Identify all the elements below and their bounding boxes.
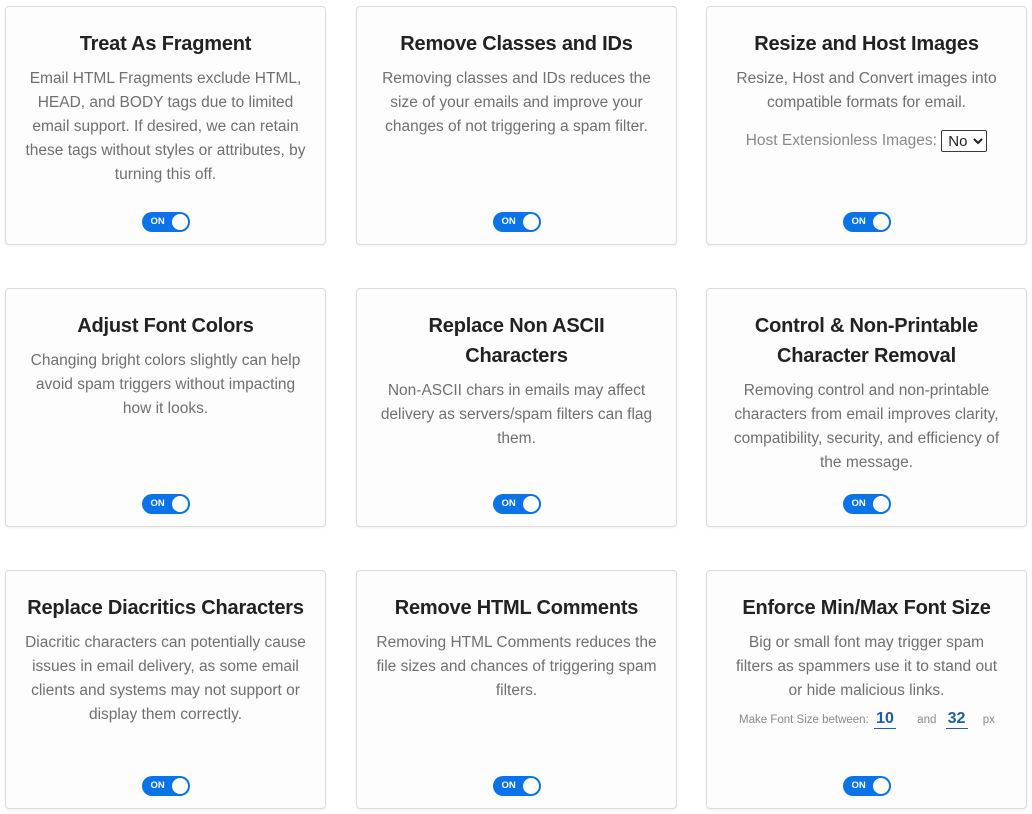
toggle-label: ON <box>501 780 516 791</box>
replace-non-ascii-toggle[interactable]: ON <box>492 494 541 514</box>
card-description: Big or small font may trigger spam filte… <box>735 634 998 699</box>
card-description: Resize, Host and Convert images into com… <box>736 70 997 111</box>
font-size-label: Make Font Size between: <box>739 714 869 726</box>
card-description: Removing classes and IDs reduces the siz… <box>382 70 651 135</box>
font-unit-label: px <box>982 714 995 726</box>
card-replace-diacritics: Replace Diacritics Characters Diacritic … <box>5 570 326 809</box>
card-enforce-font-size: Enforce Min/Max Font Size Big or small f… <box>706 570 1027 809</box>
treat-as-fragment-toggle[interactable]: ON <box>141 212 190 232</box>
host-extensionless-label: Host Extensionless Images: <box>745 132 937 150</box>
card-treat-as-fragment: Treat As Fragment Email HTML Fragments e… <box>5 6 326 245</box>
card-description: Removing HTML Comments reduces the file … <box>376 634 657 699</box>
font-size-range-row: Make Font Size between: 10 and 32 px <box>739 710 1006 729</box>
toggle-label: ON <box>501 498 516 509</box>
card-remove-classes-ids: Remove Classes and IDs Removing classes … <box>356 6 677 245</box>
card-resize-host-images: Resize and Host Images Resize, Host and … <box>706 6 1027 245</box>
replace-diacritics-toggle[interactable]: ON <box>141 776 190 796</box>
host-extensionless-select[interactable]: No <box>941 130 988 152</box>
card-remove-html-comments: Remove HTML Comments Removing HTML Comme… <box>356 570 677 809</box>
host-extensionless-row: Host Extensionless Images: No <box>707 130 1026 152</box>
control-non-printable-toggle[interactable]: ON <box>842 494 891 514</box>
card-control-non-printable: Control & Non-Printable Character Remova… <box>706 288 1027 527</box>
card-title: Treat As Fragment <box>79 33 252 55</box>
toggle-label: ON <box>851 216 866 227</box>
toggle-knob <box>872 214 889 230</box>
card-title: Replace Non ASCII Characters <box>428 315 605 367</box>
adjust-font-colors-toggle[interactable]: ON <box>141 494 190 514</box>
card-title: Remove Classes and IDs <box>400 33 633 55</box>
card-description: Diacritic characters can potentially cau… <box>25 634 306 723</box>
remove-classes-ids-toggle[interactable]: ON <box>492 212 541 232</box>
card-adjust-font-colors: Adjust Font Colors Changing bright color… <box>5 288 326 527</box>
card-description: Removing control and non-printable chara… <box>733 382 1000 471</box>
font-max-input[interactable]: 32 <box>945 710 968 729</box>
toggle-label: ON <box>150 216 165 227</box>
card-description: Email HTML Fragments exclude HTML, HEAD,… <box>25 70 306 183</box>
toggle-knob <box>522 214 539 230</box>
toggle-knob <box>872 496 889 512</box>
resize-host-images-toggle[interactable]: ON <box>842 212 891 232</box>
toggle-knob <box>872 778 889 794</box>
toggle-label: ON <box>150 780 165 791</box>
toggle-knob <box>522 778 539 794</box>
card-title: Control & Non-Printable Character Remova… <box>754 315 979 367</box>
toggle-knob <box>522 496 539 512</box>
remove-html-comments-toggle[interactable]: ON <box>492 776 541 796</box>
toggle-label: ON <box>851 780 866 791</box>
enforce-font-size-toggle[interactable]: ON <box>842 776 891 796</box>
font-and-label: and <box>917 714 937 726</box>
toggle-knob <box>171 496 188 512</box>
toggle-label: ON <box>150 498 165 509</box>
card-description: Non-ASCII chars in emails may affect del… <box>380 382 653 447</box>
toggle-label: ON <box>851 498 866 509</box>
card-title: Replace Diacritics Characters <box>27 597 304 619</box>
card-title: Adjust Font Colors <box>77 315 254 337</box>
toggle-knob <box>171 214 188 230</box>
toggle-knob <box>171 778 188 794</box>
font-min-input[interactable]: 10 <box>873 710 896 729</box>
card-title: Resize and Host Images <box>754 33 979 55</box>
card-title: Enforce Min/Max Font Size <box>742 597 991 619</box>
card-replace-non-ascii: Replace Non ASCII Characters Non-ASCII c… <box>356 288 677 527</box>
card-description: Changing bright colors slightly can help… <box>30 352 301 417</box>
settings-grid: Treat As Fragment Email HTML Fragments e… <box>0 0 1032 814</box>
toggle-label: ON <box>501 216 516 227</box>
card-title: Remove HTML Comments <box>394 597 639 619</box>
